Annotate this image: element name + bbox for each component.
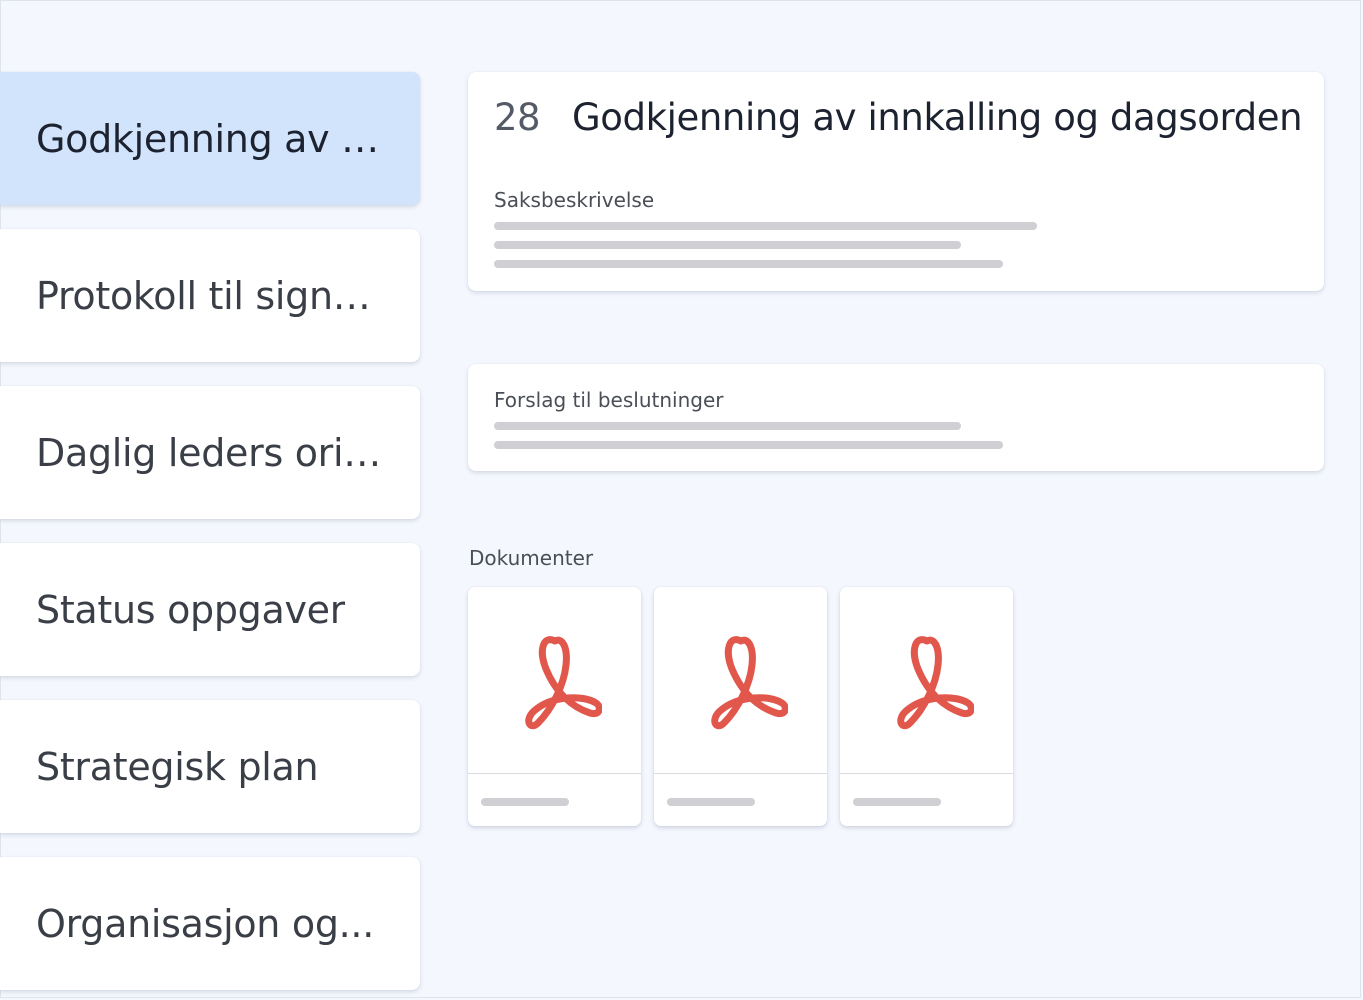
document-name-placeholder [667,798,755,806]
document-name-placeholder [481,798,569,806]
agenda-item-label: Godkjenning av i... [36,116,386,161]
document-tile[interactable] [840,587,1013,826]
document-name-placeholder [853,798,941,806]
agenda-item-godkjenning[interactable]: Godkjenning av i... [0,72,420,205]
proposal-placeholder-line [494,441,1003,449]
case-header: 28 Godkjenning av innkalling og dagsorde… [494,96,1303,139]
agenda-item-organisasjon[interactable]: Organisasjon og... [0,857,420,990]
proposal-placeholder-line [494,422,961,430]
case-title: Godkjenning av innkalling og dagsorden [572,96,1303,139]
agenda-item-protokoll[interactable]: Protokoll til signa... [0,229,420,362]
description-placeholder-line [494,241,961,249]
tile-divider [840,773,1013,774]
tile-divider [654,773,827,774]
agenda-item-label: Protokoll til signa... [36,273,386,318]
agenda-item-label: Organisasjon og... [36,901,374,946]
pdf-icon [525,636,602,730]
description-placeholder-line [494,222,1037,230]
agenda-item-label: Status oppgaver [36,587,346,632]
case-number: 28 [494,96,541,139]
case-card: 28 Godkjenning av innkalling og dagsorde… [468,72,1324,291]
document-tile[interactable] [468,587,641,826]
proposal-label: Forslag til beslutninger [494,388,724,412]
document-tile[interactable] [654,587,827,826]
agenda-item-strategisk-plan[interactable]: Strategisk plan [0,700,420,833]
proposal-card: Forslag til beslutninger [468,364,1324,471]
tile-divider [468,773,641,774]
documents-heading: Dokumenter [469,546,594,570]
description-placeholder-line [494,260,1003,268]
case-description-label: Saksbeskrivelse [494,188,655,212]
pdf-icon [897,636,974,730]
agenda-item-label: Strategisk plan [36,744,319,789]
agenda-item-daglig-leder[interactable]: Daglig leders orie... [0,386,420,519]
agenda-item-status-oppgaver[interactable]: Status oppgaver [0,543,420,676]
pdf-icon [711,636,788,730]
agenda-item-label: Daglig leders orie... [36,430,386,475]
